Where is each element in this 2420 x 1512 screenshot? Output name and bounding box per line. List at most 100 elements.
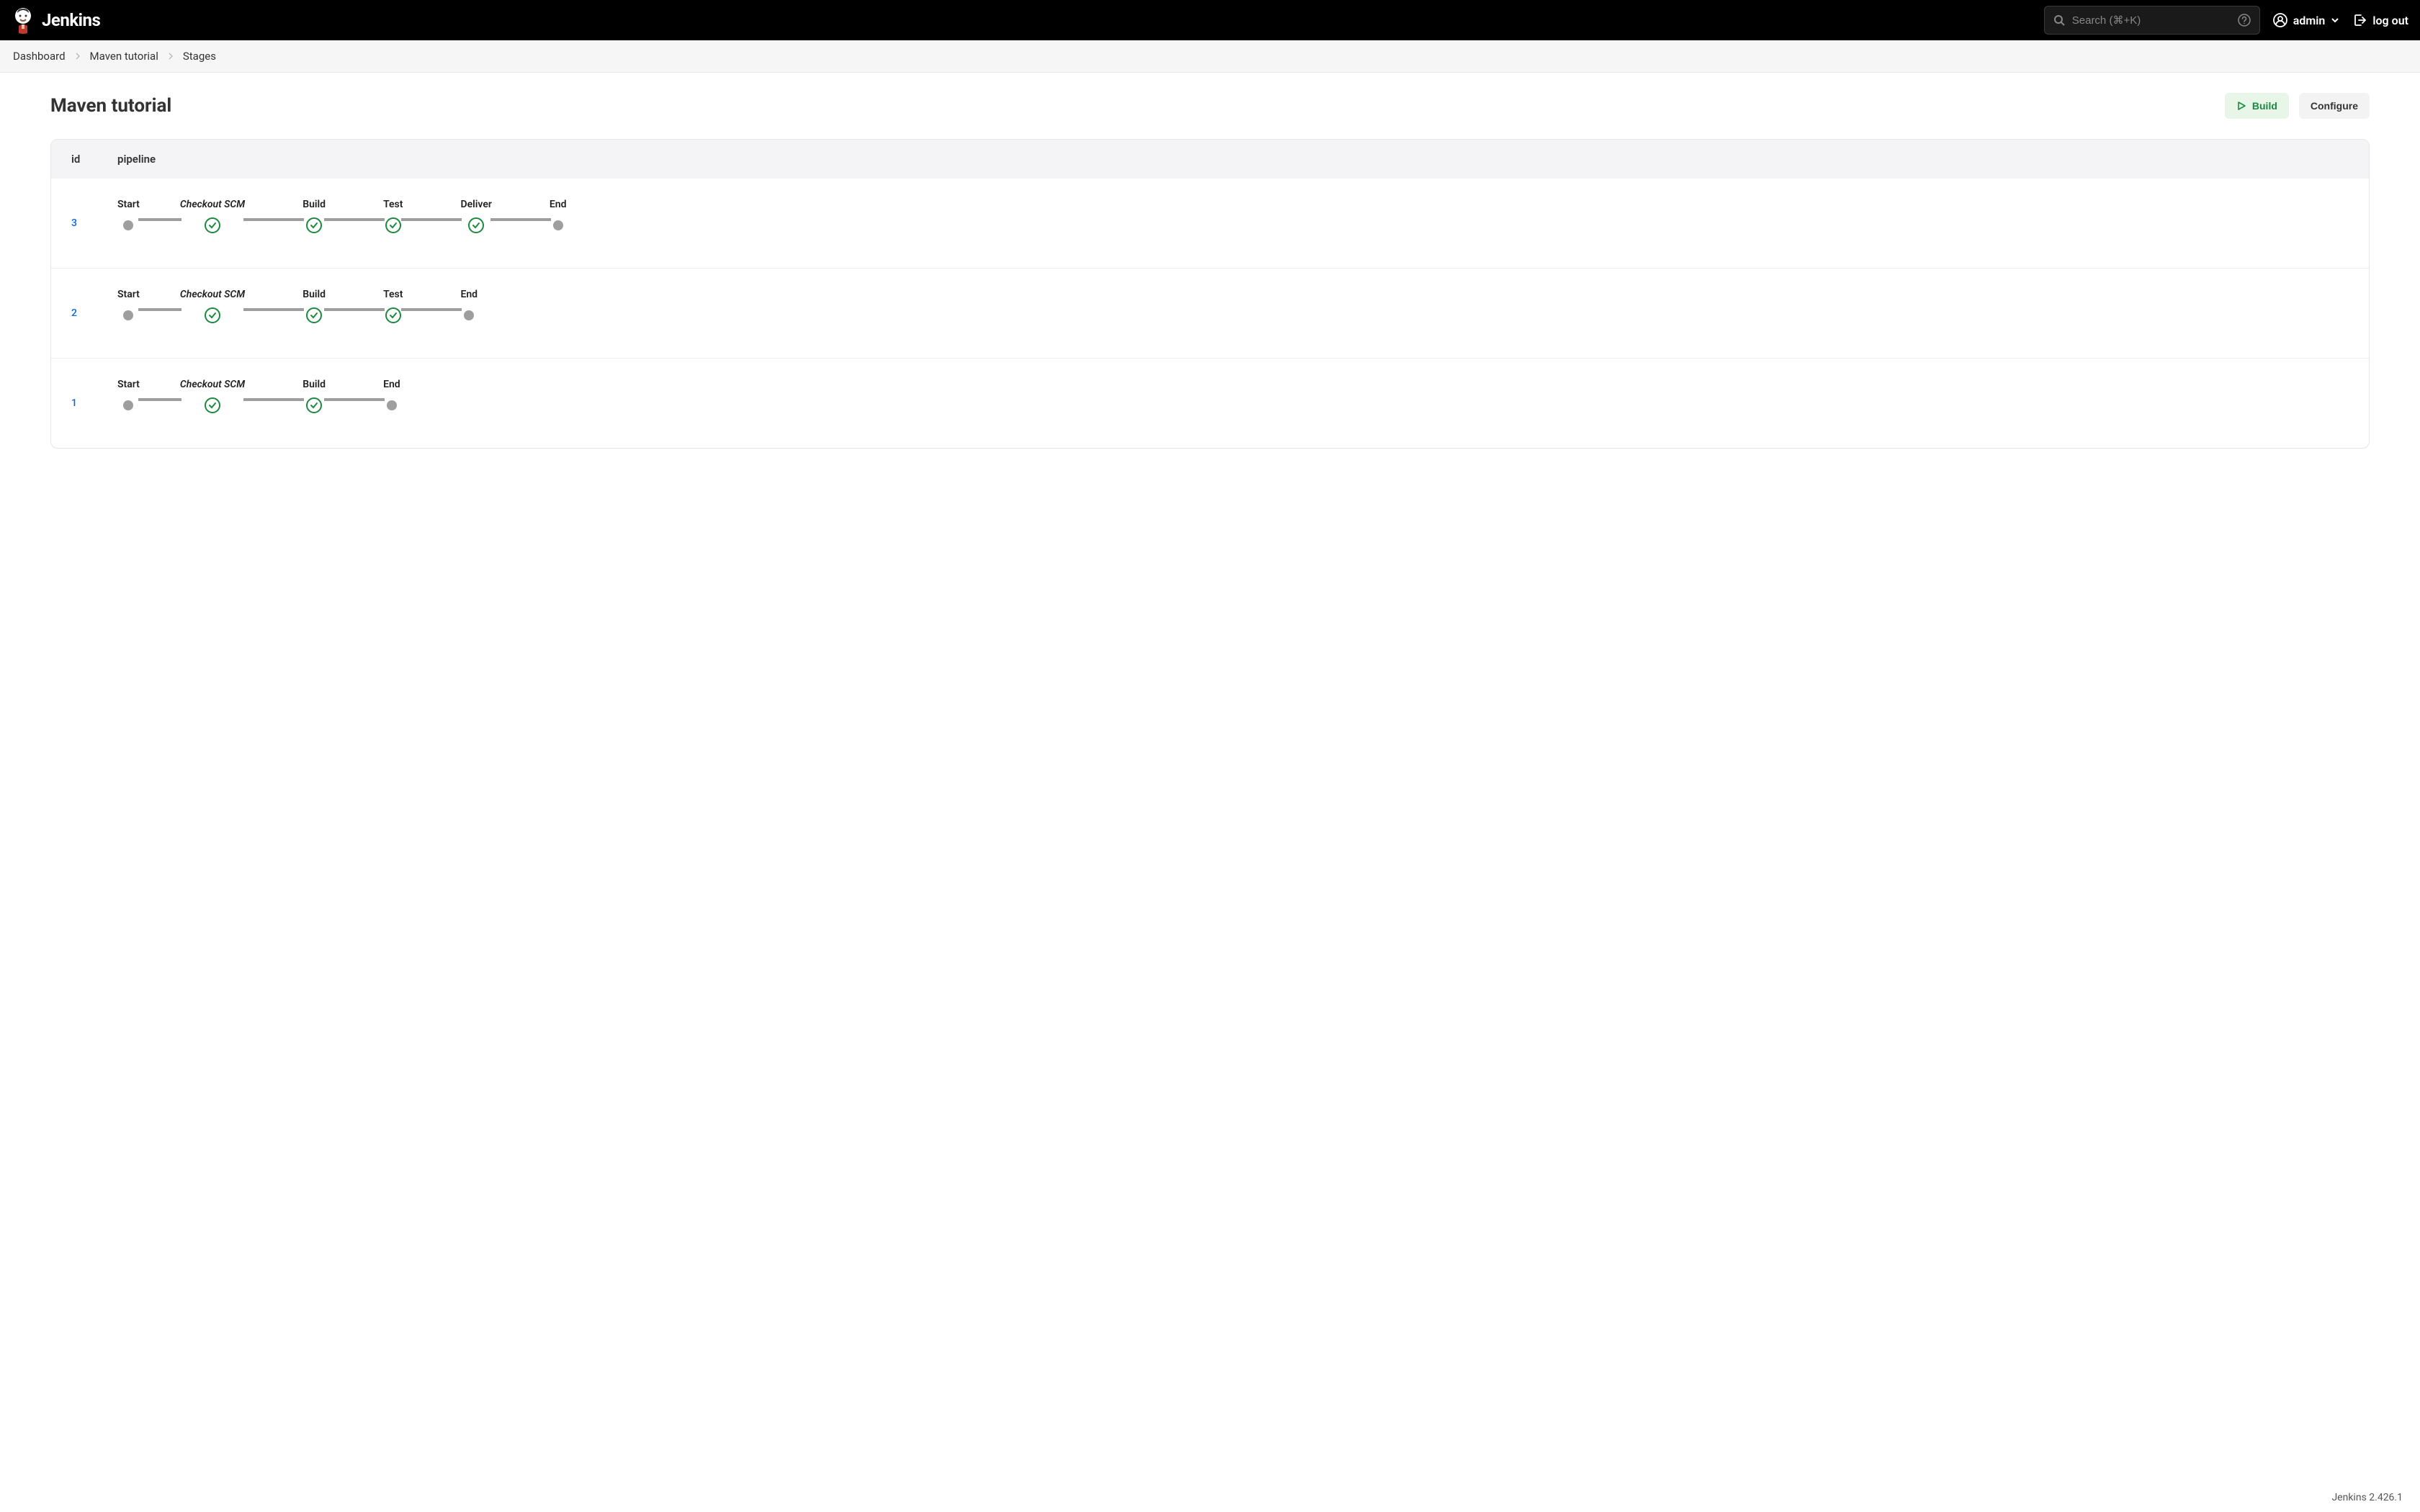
main-content: Maven tutorial Build Configure id pipeli…: [0, 73, 2420, 477]
pipeline-stage[interactable]: End: [460, 289, 478, 320]
stage-label: End: [550, 199, 567, 210]
stage-label: Start: [117, 199, 140, 210]
chevron-right-icon: [74, 50, 81, 63]
stage-label: End: [460, 289, 478, 300]
pipeline-connector: [138, 308, 182, 311]
pipeline-connector: [324, 308, 385, 311]
pipeline-runs-card: id pipeline 3StartCheckout SCMBuildTestD…: [50, 139, 2370, 449]
jenkins-logo[interactable]: Jenkins: [12, 6, 100, 35]
pipeline-stage[interactable]: Start: [117, 379, 140, 410]
success-node-icon: [306, 217, 322, 233]
stage-label: Build: [302, 379, 326, 390]
search-input[interactable]: [2072, 14, 2231, 27]
pipeline-stage[interactable]: Checkout SCM: [180, 379, 245, 413]
terminal-node-icon: [123, 220, 133, 230]
pipeline-stage[interactable]: Checkout SCM: [180, 289, 245, 323]
terminal-node-icon: [553, 220, 563, 230]
pipeline-stage[interactable]: Checkout SCM: [180, 199, 245, 233]
search-icon: [2053, 14, 2065, 26]
pipeline-connector: [243, 218, 304, 221]
success-node-icon: [306, 397, 322, 413]
pipeline-run-row: 2Start Checkout SCM Build Test End: [51, 268, 2369, 358]
stage-label: Test: [383, 199, 403, 210]
pipeline-stage[interactable]: Deliver: [460, 199, 491, 233]
stage-label: Deliver: [460, 199, 491, 210]
stage-label: Checkout SCM: [180, 289, 245, 300]
pipeline-stage[interactable]: End: [550, 199, 567, 230]
terminal-node-icon: [123, 310, 133, 320]
pipeline-connector: [401, 308, 462, 311]
terminal-node-icon: [387, 400, 397, 410]
chevron-right-icon: [167, 50, 174, 63]
logout-label: log out: [2372, 14, 2408, 27]
stage-label: Test: [383, 289, 403, 300]
stage-label: Start: [117, 379, 140, 390]
terminal-node-icon: [123, 400, 133, 410]
pipeline-connector: [138, 398, 182, 401]
pipeline-graph: Start Checkout SCM Build Test Deliver End: [117, 196, 567, 233]
pipeline-stage[interactable]: Build: [302, 289, 326, 323]
col-header-id: id: [71, 153, 117, 166]
logout-link[interactable]: log out: [2352, 13, 2408, 27]
pipeline-stage[interactable]: Start: [117, 289, 140, 320]
footer-version[interactable]: Jenkins 2.426.1: [2331, 1492, 2403, 1503]
breadcrumb-item[interactable]: Dashboard: [13, 50, 66, 63]
success-node-icon: [306, 307, 322, 323]
pipeline-graph: Start Checkout SCM Build End: [117, 376, 400, 413]
run-id-link[interactable]: 2: [71, 286, 117, 319]
runs-container: 3StartCheckout SCMBuildTestDeliverEnd2St…: [51, 179, 2369, 448]
stage-label: Build: [302, 199, 326, 210]
play-icon: [2236, 101, 2246, 111]
title-row: Maven tutorial Build Configure: [50, 93, 2370, 119]
stage-label: Checkout SCM: [180, 199, 245, 210]
brand-name: Jenkins: [42, 10, 100, 30]
breadcrumb-item[interactable]: Stages: [183, 50, 216, 63]
configure-button[interactable]: Configure: [2299, 93, 2370, 119]
stage-label: End: [383, 379, 400, 390]
logout-icon: [2352, 13, 2367, 27]
table-header: id pipeline: [51, 140, 2369, 179]
pipeline-stage[interactable]: Test: [383, 199, 403, 233]
jenkins-mascot-icon: [12, 6, 35, 35]
pipeline-connector: [243, 398, 304, 401]
chevron-down-icon: [2331, 16, 2339, 24]
success-node-icon: [385, 217, 401, 233]
pipeline-connector: [243, 308, 304, 311]
col-header-pipeline: pipeline: [117, 153, 2349, 166]
pipeline-connector: [324, 398, 385, 401]
pipeline-stage[interactable]: Build: [302, 199, 326, 233]
pipeline-run-row: 1Start Checkout SCM Build End: [51, 358, 2369, 448]
success-node-icon: [205, 307, 220, 323]
pipeline-connector: [401, 218, 462, 221]
user-menu[interactable]: admin: [2273, 13, 2340, 27]
title-actions: Build Configure: [2225, 93, 2370, 119]
success-node-icon: [468, 217, 484, 233]
pipeline-stage[interactable]: Start: [117, 199, 140, 230]
build-button-label: Build: [2252, 100, 2277, 112]
success-node-icon: [205, 397, 220, 413]
pipeline-stage[interactable]: End: [383, 379, 400, 410]
breadcrumb-item[interactable]: Maven tutorial: [90, 50, 158, 63]
search-box[interactable]: [2044, 6, 2260, 35]
stage-label: Checkout SCM: [180, 379, 245, 390]
top-header: Jenkins admin: [0, 0, 2420, 40]
success-node-icon: [385, 307, 401, 323]
pipeline-connector: [490, 218, 551, 221]
header-actions: admin log out: [2273, 13, 2408, 27]
pipeline-stage[interactable]: Test: [383, 289, 403, 323]
run-id-link[interactable]: 1: [71, 376, 117, 409]
run-id-link[interactable]: 3: [71, 196, 117, 229]
success-node-icon: [205, 217, 220, 233]
configure-button-label: Configure: [2311, 100, 2358, 112]
page-title: Maven tutorial: [50, 95, 171, 117]
terminal-node-icon: [464, 310, 474, 320]
pipeline-connector: [138, 218, 182, 221]
user-icon: [2273, 13, 2287, 27]
user-name: admin: [2293, 14, 2326, 27]
breadcrumb-bar: Dashboard Maven tutorial Stages: [0, 40, 2420, 73]
build-button[interactable]: Build: [2225, 93, 2289, 119]
pipeline-connector: [324, 218, 385, 221]
pipeline-stage[interactable]: Build: [302, 379, 326, 413]
stage-label: Start: [117, 289, 140, 300]
help-icon[interactable]: [2238, 14, 2251, 27]
